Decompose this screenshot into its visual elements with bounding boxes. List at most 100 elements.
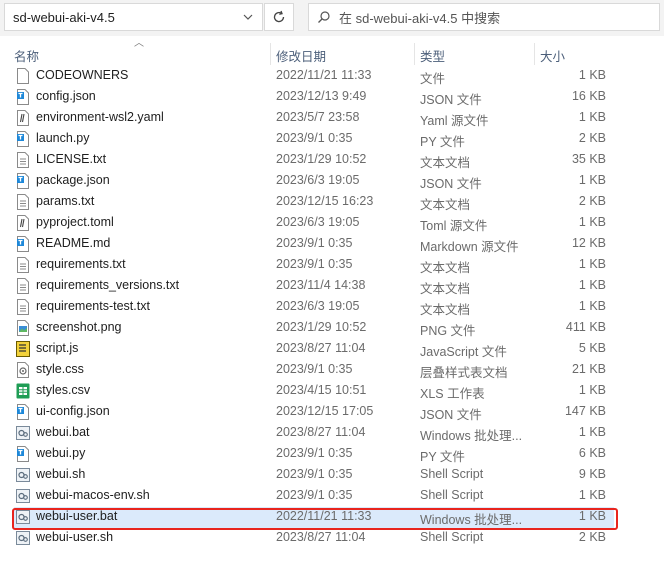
file-row[interactable]: styles.csv 2023/4/15 10:51 XLS 工作表 1 KB [14, 381, 614, 402]
file-row[interactable]: requirements.txt 2023/9/1 0:35 文本文档 1 KB [14, 255, 614, 276]
file-size: 1 KB [578, 383, 606, 397]
file-size: 2 KB [578, 131, 606, 145]
column-divider[interactable] [270, 43, 271, 65]
file-row[interactable]: webui-user.sh 2023/8/27 11:04 Shell Script… [14, 528, 614, 549]
text-file-icon [16, 299, 30, 315]
file-name: environment-wsl2.yaml [36, 110, 164, 124]
file-row[interactable]: package.json 2023/6/3 19:05 JSON 文件 1 KB [14, 171, 614, 192]
column-type[interactable]: 类型 [420, 46, 445, 65]
file-size: 1 KB [578, 110, 606, 124]
file-name: requirements.txt [36, 257, 126, 271]
file-row[interactable]: pyproject.toml 2023/6/3 19:05 Toml 源文件 1 KB [14, 213, 614, 234]
json-file-icon [16, 404, 30, 420]
yaml-file-icon [16, 110, 30, 126]
javascript-file-icon [16, 341, 30, 357]
file-type: 文本文档 [420, 156, 471, 170]
column-size[interactable]: 大小 [540, 46, 565, 65]
file-row[interactable]: README.md 2023/9/1 0:35 Markdown 源文件 12 KB [14, 234, 614, 255]
file-type: 文本文档 [420, 198, 471, 212]
column-divider[interactable] [414, 43, 415, 65]
text-file-icon [16, 152, 30, 168]
file-size: 16 KB [571, 89, 606, 103]
file-name: webui-user.bat [36, 509, 118, 523]
file-row[interactable]: requirements-test.txt 2023/6/3 19:05 文本文档 1… [14, 297, 614, 318]
file-row[interactable]: environment-wsl2.yaml 2023/5/7 23:58 Yaml … [14, 108, 614, 129]
file-type: JSON 文件 [420, 408, 482, 422]
file-type: 层叠样式表文档 [420, 366, 508, 380]
column-divider[interactable] [534, 43, 535, 65]
file-type: Toml 源文件 [420, 219, 488, 233]
column-header: ︿ 名称 修改日期 类型 大小 [0, 36, 664, 66]
file-date: 2022/11/21 11:33 [276, 68, 372, 82]
file-date: 2023/11/4 14:38 [276, 278, 366, 292]
text-file-icon [16, 257, 30, 273]
file-size: 1 KB [578, 173, 606, 187]
json-file-icon [16, 173, 30, 189]
file-size: 1 KB [578, 257, 606, 271]
address-bar[interactable]: sd-webui-aki-v4.5 [4, 3, 263, 31]
file-row[interactable]: screenshot.png 2023/1/29 10:52 PNG 文件 411 K… [14, 318, 614, 339]
file-type: JSON 文件 [420, 177, 482, 191]
file-row[interactable]: ui-config.json 2023/12/15 17:05 JSON 文件 147… [14, 402, 614, 423]
file-size: 1 KB [578, 425, 606, 439]
file-row[interactable]: config.json 2023/12/13 9:49 JSON 文件 16 KB [14, 87, 614, 108]
file-type: 文本文档 [420, 303, 471, 317]
file-type: Windows 批处理... [420, 429, 523, 443]
file-row[interactable]: LICENSE.txt 2023/1/29 10:52 文本文档 35 KB [14, 150, 614, 171]
file-row[interactable]: script.js 2023/8/27 11:04 JavaScript 文件 5 K… [14, 339, 614, 360]
file-row[interactable]: webui.bat 2023/8/27 11:04 Windows 批处理... 1 … [14, 423, 614, 444]
file-row[interactable]: requirements_versions.txt 2023/11/4 14:38… [14, 276, 614, 297]
file-name: pyproject.toml [36, 215, 114, 229]
file-type: 文本文档 [420, 261, 471, 275]
refresh-button[interactable] [264, 3, 294, 31]
file-size: 35 KB [571, 152, 606, 166]
file-name: CODEOWNERS [36, 68, 129, 82]
file-name: launch.py [36, 131, 90, 145]
file-row[interactable]: webui-user.bat 2022/11/21 11:33 Windows 批处… [14, 507, 614, 528]
file-name: webui.sh [36, 467, 86, 481]
file-name: package.json [36, 173, 110, 187]
file-row[interactable]: params.txt 2023/12/15 16:23 文本文档 2 KB [14, 192, 614, 213]
file-date: 2023/6/3 19:05 [276, 173, 360, 187]
file-date: 2023/9/1 0:35 [276, 446, 353, 460]
column-date[interactable]: 修改日期 [276, 46, 326, 65]
file-name: README.md [36, 236, 111, 250]
file-type: PY 文件 [420, 135, 465, 149]
file-date: 2023/12/15 16:23 [276, 194, 374, 208]
json-file-icon [16, 89, 30, 105]
file-type: Yaml 源文件 [420, 114, 489, 128]
file-date: 2023/4/15 10:51 [276, 383, 367, 397]
file-size: 2 KB [578, 530, 606, 544]
column-name[interactable]: 名称 [14, 46, 39, 65]
file-date: 2022/11/21 11:33 [276, 509, 372, 523]
file-type: JSON 文件 [420, 93, 482, 107]
file-row[interactable]: webui.py 2023/9/1 0:35 PY 文件 6 KB [14, 444, 614, 465]
shell-file-icon [16, 530, 30, 546]
file-row[interactable]: launch.py 2023/9/1 0:35 PY 文件 2 KB [14, 129, 614, 150]
file-size: 9 KB [578, 467, 606, 481]
file-date: 2023/8/27 11:04 [276, 341, 366, 355]
file-name: webui-user.sh [36, 530, 114, 544]
file-size: 1 KB [578, 278, 606, 292]
file-date: 2023/9/1 0:35 [276, 362, 353, 376]
file-type: JavaScript 文件 [420, 345, 507, 359]
file-row[interactable]: webui-macos-env.sh 2023/9/1 0:35 Shell Scr… [14, 486, 614, 507]
file-name: webui.py [36, 446, 86, 460]
file-name: ui-config.json [36, 404, 110, 418]
generic-file-icon [16, 68, 30, 84]
file-name: webui-macos-env.sh [36, 488, 150, 502]
file-size: 1 KB [578, 488, 606, 502]
file-name: requirements_versions.txt [36, 278, 180, 292]
file-size: 411 KB [565, 320, 606, 334]
chevron-down-icon[interactable] [234, 4, 262, 30]
css-file-icon [16, 362, 30, 378]
file-row[interactable]: webui.sh 2023/9/1 0:35 Shell Script 9 KB [14, 465, 614, 486]
file-size: 1 KB [578, 299, 606, 313]
file-size: 6 KB [578, 446, 606, 460]
file-row[interactable]: style.css 2023/9/1 0:35 层叠样式表文档 21 KB [14, 360, 614, 381]
file-row[interactable]: CODEOWNERS 2022/11/21 11:33 文件 1 KB [14, 66, 614, 87]
sort-ascending-icon: ︿ [134, 38, 144, 49]
search-input[interactable]: 在 sd-webui-aki-v4.5 中搜索 [308, 3, 660, 31]
file-type: Shell Script [420, 488, 484, 502]
file-name: params.txt [36, 194, 95, 208]
